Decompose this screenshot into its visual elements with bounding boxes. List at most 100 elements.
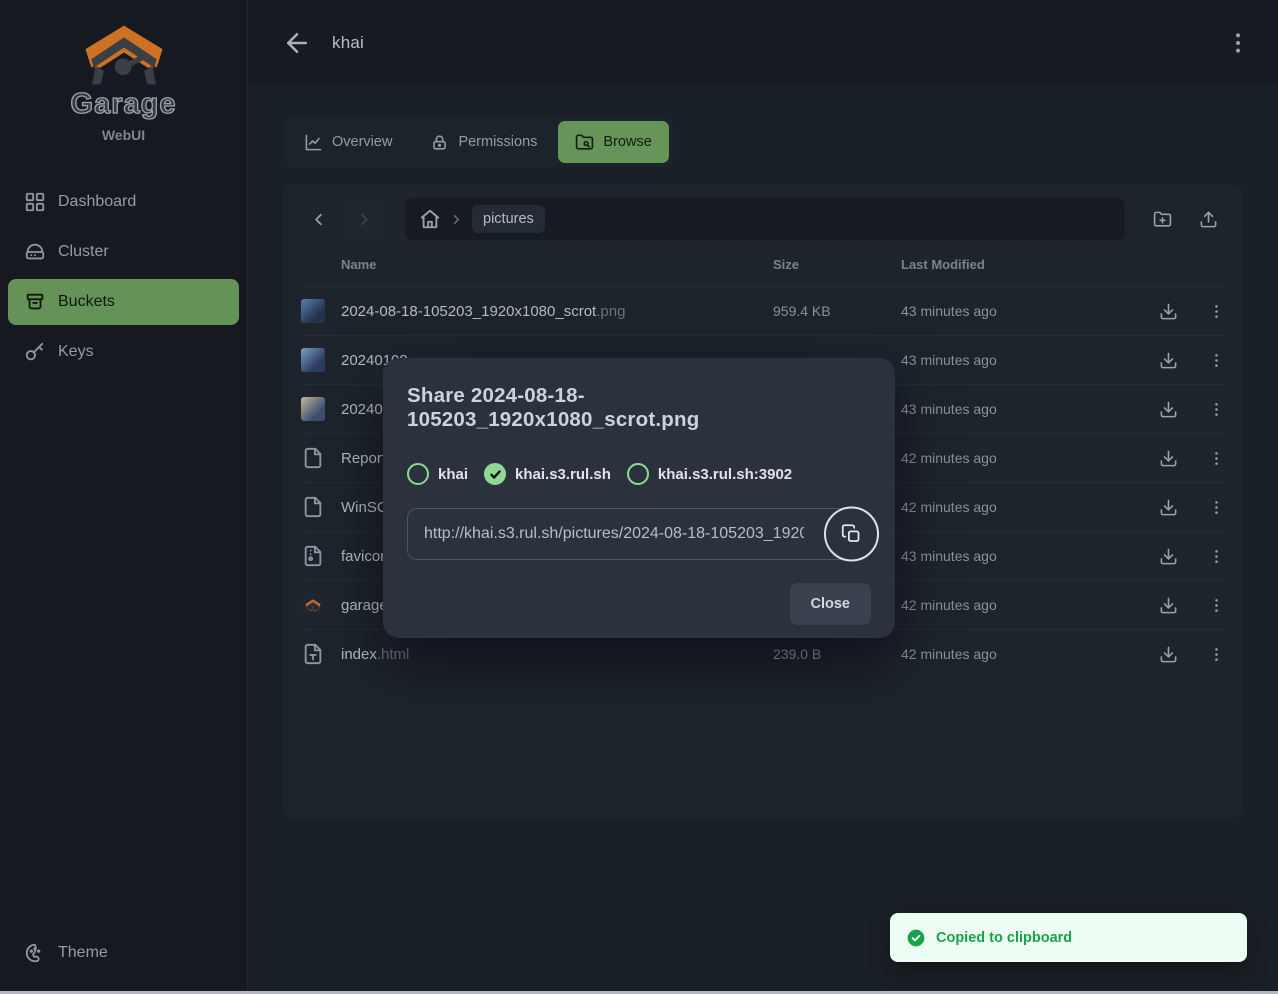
row-menu-button[interactable] — [1201, 394, 1231, 424]
download-button[interactable] — [1153, 590, 1183, 620]
breadcrumb-folder-pictures[interactable]: pictures — [472, 205, 545, 233]
file-modified: 42 minutes ago — [901, 646, 1141, 662]
app-subtitle: WebUI — [102, 127, 145, 143]
sidebar-item-cluster[interactable]: Cluster — [8, 229, 239, 275]
page-title: khai — [332, 33, 364, 53]
table-row[interactable]: 2024-08-18-105203_1920x1080_scrot.png 95… — [299, 286, 1227, 335]
file-modified: 43 minutes ago — [901, 352, 1141, 368]
kebab-icon — [1207, 645, 1226, 664]
keys-icon — [24, 341, 46, 363]
upload-icon — [1199, 210, 1218, 229]
kebab-icon — [1207, 302, 1226, 321]
tab-browse[interactable]: Browse — [558, 121, 668, 163]
download-icon — [1159, 400, 1178, 419]
share-url-input[interactable] — [407, 508, 853, 560]
download-button[interactable] — [1153, 296, 1183, 326]
download-button[interactable] — [1153, 394, 1183, 424]
sidebar-item-keys[interactable]: Keys — [8, 329, 239, 375]
new-folder-button[interactable] — [1143, 200, 1181, 238]
toast-message: Copied to clipboard — [936, 930, 1072, 946]
palette-icon — [24, 942, 46, 964]
download-button[interactable] — [1153, 492, 1183, 522]
radio-icon — [627, 463, 649, 485]
browser-toolbar: pictures — [299, 198, 1227, 240]
sidebar-nav: Dashboard Cluster Buckets Keys — [0, 179, 247, 375]
radio-icon — [484, 463, 506, 485]
image-thumbnail-icon — [301, 299, 325, 323]
tab-label: Permissions — [458, 134, 537, 150]
download-icon — [1159, 351, 1178, 370]
download-icon — [1159, 449, 1178, 468]
file-name: 2024-08-18-105203_1920x1080_scrot.png — [341, 303, 761, 320]
column-header-modified: Last Modified — [901, 257, 1141, 272]
tab-label: Browse — [603, 134, 651, 150]
nav-back-button[interactable] — [299, 200, 337, 238]
download-button[interactable] — [1153, 639, 1183, 669]
buckets-icon — [24, 291, 46, 313]
kebab-icon — [1207, 449, 1226, 468]
row-menu-button[interactable] — [1201, 639, 1231, 669]
toast-notification: Copied to clipboard — [890, 913, 1247, 962]
copy-icon — [841, 524, 862, 545]
breadcrumb: pictures — [405, 198, 1125, 240]
download-button[interactable] — [1153, 345, 1183, 375]
row-menu-button[interactable] — [1201, 492, 1231, 522]
kebab-icon — [1207, 498, 1226, 517]
main-area: khai Overview Permissions — [248, 0, 1278, 994]
file-modified: 42 minutes ago — [901, 597, 1141, 613]
zip-file-icon — [301, 544, 325, 568]
share-dialog-title: Share 2024-08-18-105203_1920x1080_scrot.… — [407, 384, 871, 432]
download-icon — [1159, 498, 1178, 517]
share-host-option[interactable]: khai — [407, 463, 468, 485]
close-button[interactable]: Close — [790, 583, 872, 625]
row-menu-button[interactable] — [1201, 541, 1231, 571]
theme-toggle[interactable]: Theme — [8, 930, 124, 976]
file-modified: 43 minutes ago — [901, 401, 1141, 417]
tab-overview[interactable]: Overview — [287, 121, 409, 163]
row-menu-button[interactable] — [1201, 345, 1231, 375]
download-button[interactable] — [1153, 541, 1183, 571]
sidebar-item-dashboard[interactable]: Dashboard — [8, 179, 239, 225]
app-name: Garage — [71, 88, 177, 121]
row-menu-button[interactable] — [1201, 296, 1231, 326]
row-menu-button[interactable] — [1201, 590, 1231, 620]
tab-label: Overview — [332, 134, 392, 150]
home-icon[interactable] — [419, 208, 441, 230]
bucket-menu-button[interactable] — [1224, 29, 1252, 57]
share-host-option[interactable]: khai.s3.rul.sh — [484, 463, 611, 485]
share-dialog: Share 2024-08-18-105203_1920x1080_scrot.… — [383, 358, 895, 638]
nav-forward-button[interactable] — [345, 200, 383, 238]
chart-icon — [304, 133, 323, 152]
bucket-tabs: Overview Permissions Browse — [283, 117, 673, 167]
file-modified: 42 minutes ago — [901, 499, 1141, 515]
column-header-size: Size — [773, 257, 889, 272]
tab-permissions[interactable]: Permissions — [413, 121, 554, 163]
share-host-option[interactable]: khai.s3.rul.sh:3902 — [627, 463, 792, 485]
back-button[interactable] — [282, 28, 312, 58]
file-size: 959.4 KB — [773, 303, 889, 319]
lock-icon — [430, 133, 449, 152]
upload-button[interactable] — [1189, 200, 1227, 238]
download-icon — [1159, 645, 1178, 664]
html-file-icon — [301, 642, 325, 666]
copy-url-button[interactable] — [824, 507, 879, 562]
table-header: Name Size Last Modified — [299, 242, 1227, 286]
sidebar-item-label: Keys — [58, 343, 94, 361]
sidebar-item-buckets[interactable]: Buckets — [8, 279, 239, 325]
chevron-right-icon — [449, 212, 464, 227]
sidebar-item-label: Buckets — [58, 293, 115, 311]
sidebar: Garage WebUI Dashboard Cluster Buckets — [0, 0, 248, 994]
file-modified: 42 minutes ago — [901, 450, 1141, 466]
chevron-left-icon — [309, 210, 328, 229]
sidebar-item-label: Dashboard — [58, 193, 136, 211]
download-icon — [1159, 596, 1178, 615]
file-icon — [301, 446, 325, 470]
file-modified: 43 minutes ago — [901, 548, 1141, 564]
file-modified: 43 minutes ago — [901, 303, 1141, 319]
radio-icon — [407, 463, 429, 485]
share-host-options: khai khai.s3.rul.sh khai.s3.rul.sh:3902 — [407, 463, 871, 485]
sidebar-item-label: Cluster — [58, 243, 109, 261]
garage-logo-thumbnail-icon: Garage — [301, 593, 325, 617]
download-button[interactable] — [1153, 443, 1183, 473]
row-menu-button[interactable] — [1201, 443, 1231, 473]
